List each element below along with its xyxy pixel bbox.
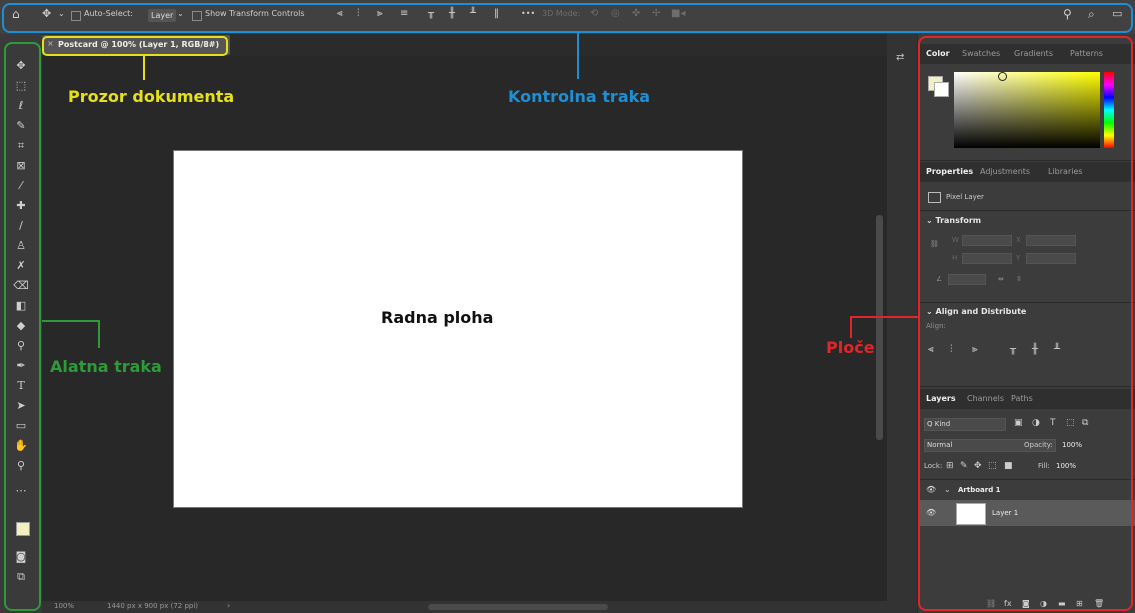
toolbar-pointer-v bbox=[98, 320, 100, 348]
control-bar-pointer bbox=[577, 33, 579, 79]
document-window-callout: Prozor dokumenta bbox=[68, 87, 235, 106]
panels-outline bbox=[918, 36, 1133, 611]
panel-collapse-icon[interactable]: ⇄ bbox=[896, 52, 904, 63]
document-tab-outline bbox=[42, 36, 228, 56]
zoom-level[interactable]: 100% bbox=[54, 602, 74, 610]
toolbar-pointer-h bbox=[42, 320, 100, 322]
artboard[interactable] bbox=[173, 150, 743, 508]
panels-pointer-v bbox=[850, 316, 852, 338]
chevron-right-icon[interactable]: › bbox=[227, 601, 230, 610]
document-dimensions: 1440 px x 900 px (72 ppi) bbox=[107, 602, 199, 610]
horizontal-scrollbar[interactable] bbox=[428, 604, 608, 610]
control-bar-outline bbox=[2, 3, 1133, 33]
toolbar-callout: Alatna traka bbox=[50, 357, 162, 376]
panels-pointer-h bbox=[850, 316, 918, 318]
panels-callout: Ploče bbox=[826, 338, 875, 357]
document-window-pointer bbox=[143, 56, 145, 80]
vertical-scrollbar[interactable] bbox=[876, 215, 883, 440]
control-bar-callout: Kontrolna traka bbox=[508, 87, 651, 106]
panel-dock-strip: ⇄ bbox=[887, 34, 917, 613]
artboard-callout: Radna ploha bbox=[381, 308, 494, 327]
toolbar-outline bbox=[4, 42, 41, 611]
